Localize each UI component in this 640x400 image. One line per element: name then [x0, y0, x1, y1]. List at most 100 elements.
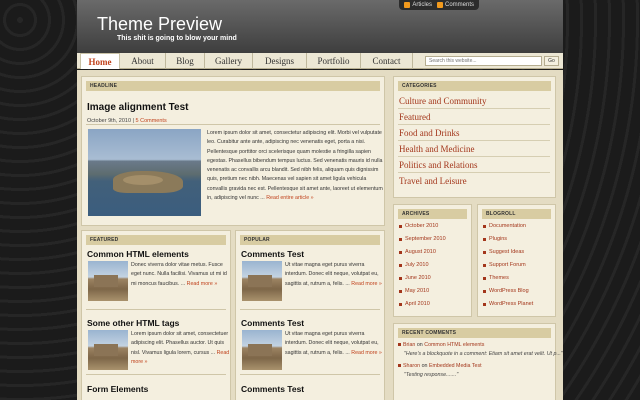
page-wrapper: Theme Preview This shit is going to blow… [77, 0, 563, 400]
articles-feed-link[interactable]: Articles [404, 2, 432, 8]
bullet-icon [483, 289, 486, 293]
blogroll-link[interactable]: WordPress Blog [483, 288, 529, 294]
category-link[interactable]: Health and Medicine [399, 144, 474, 154]
comment-post-link[interactable]: Embedded Media Test [429, 363, 482, 369]
blogroll-link[interactable]: Themes [483, 275, 509, 281]
blogroll-link-label: Plugins [489, 236, 508, 242]
blogroll-link-label: Support Forum [489, 262, 526, 268]
archive-link[interactable]: September 2010 [399, 236, 446, 242]
bullet-icon [398, 364, 401, 367]
read-more-link[interactable]: Read more » [351, 350, 382, 356]
building-shape [248, 275, 272, 287]
archive-link[interactable]: August 2010 [399, 249, 436, 255]
categories-panel: CATEGORIES Culture and Community Feature… [393, 76, 556, 198]
blogroll-link[interactable]: Documentation [483, 223, 526, 229]
bullet-icon [399, 302, 402, 306]
feed-links: Articles Comments [399, 0, 479, 10]
blogroll-link-label: Themes [489, 275, 509, 281]
featured-excerpt: Donec viverra dolor vitae metus. Fusce e… [131, 261, 231, 289]
divider [86, 309, 226, 310]
search-input[interactable] [425, 56, 542, 66]
popular-thumbnail[interactable] [242, 261, 282, 301]
divider [86, 374, 226, 375]
nav-designs[interactable]: Designs [253, 53, 307, 69]
nav-portfolio[interactable]: Portfolio [307, 53, 361, 69]
divider [398, 124, 550, 125]
featured-post-title[interactable]: Common HTML elements [87, 249, 189, 259]
popular-post-title[interactable]: Comments Test [241, 384, 304, 394]
archive-link[interactable]: July 2010 [399, 262, 429, 268]
archive-link[interactable]: May 2010 [399, 288, 429, 294]
divider [240, 309, 380, 310]
featured-post-title[interactable]: Form Elements [87, 384, 148, 394]
category-link[interactable]: Featured [399, 112, 431, 122]
archives-panel: ARCHIVES October 2010 September 2010 Aug… [393, 204, 472, 317]
featured-thumbnail[interactable] [88, 330, 128, 370]
popular-thumbnail[interactable] [242, 330, 282, 370]
blogroll-link[interactable]: Suggest Ideas [483, 249, 524, 255]
divider [398, 156, 550, 157]
blogroll-link[interactable]: Plugins [483, 236, 507, 242]
blogroll-link-label: Documentation [489, 223, 526, 229]
featured-thumbnail[interactable] [88, 261, 128, 301]
bullet-icon [399, 250, 402, 254]
comment-quote: "Here's a blockquote in a comment: Etiam… [404, 351, 563, 357]
nav-home[interactable]: Home [80, 53, 120, 69]
comment-post-link[interactable]: Common HTML elements [424, 342, 484, 348]
popular-post-title[interactable]: Comments Test [241, 249, 304, 259]
headline-image[interactable] [88, 129, 201, 216]
comment-on-text: on [416, 342, 423, 348]
featured-excerpt: Lorem ipsum dolor sit amet, consectetuer… [131, 330, 231, 367]
comment-author-link[interactable]: Brian [403, 342, 415, 348]
popular-post-title[interactable]: Comments Test [241, 318, 304, 328]
popular-panel: POPULAR Comments Test Ut vitae magna ege… [235, 230, 385, 400]
bullet-icon [399, 263, 402, 267]
comment-author-link[interactable]: Sharon [403, 363, 420, 369]
category-link[interactable]: Food and Drinks [399, 128, 460, 138]
comment-quote: "Testing response......." [404, 372, 459, 378]
nav-blog[interactable]: Blog [166, 53, 205, 69]
comments-feed-label: Comments [444, 2, 474, 8]
bullet-icon [399, 237, 402, 241]
site-title[interactable]: Theme Preview [97, 14, 222, 35]
bullet-icon [483, 276, 486, 280]
read-more-link[interactable]: Read more » [351, 281, 382, 287]
featured-post-title[interactable]: Some other HTML tags [87, 318, 179, 328]
archive-link[interactable]: June 2010 [399, 275, 431, 281]
archive-link[interactable]: October 2010 [399, 223, 438, 229]
read-more-link[interactable]: Read more » [187, 281, 218, 287]
comment-entry: Brian on Common HTML elements [398, 342, 484, 348]
nav-contact[interactable]: Contact [361, 53, 413, 69]
comments-feed-link[interactable]: Comments [436, 2, 474, 8]
bullet-icon [399, 224, 402, 228]
archive-link-label: May 2010 [405, 288, 430, 294]
category-link[interactable]: Culture and Community [399, 96, 487, 106]
bullet-icon [483, 250, 486, 254]
featured-panel: FEATURED Common HTML elements Donec vive… [81, 230, 231, 400]
site-header: Theme Preview This shit is going to blow… [77, 0, 563, 53]
bullet-icon [483, 302, 486, 306]
categories-heading: CATEGORIES [398, 81, 551, 91]
divider [398, 140, 550, 141]
archive-link-label: September 2010 [405, 236, 446, 242]
search-button[interactable]: Go [544, 56, 559, 66]
nav-gallery[interactable]: Gallery [205, 53, 253, 69]
bullet-icon [483, 224, 486, 228]
archive-link[interactable]: April 2010 [399, 301, 430, 307]
building-shape [248, 344, 272, 356]
blogroll-link[interactable]: Support Forum [483, 262, 526, 268]
nav-about[interactable]: About [120, 53, 166, 69]
blogroll-link[interactable]: WordPress Planet [483, 301, 533, 307]
headline-post-title[interactable]: Image alignment Test [87, 102, 189, 113]
category-link[interactable]: Politics and Relations [399, 160, 478, 170]
rss-icon [436, 2, 443, 8]
archive-link-label: June 2010 [405, 275, 431, 281]
read-entire-article-link[interactable]: Read entire article » [266, 195, 313, 201]
content-area: HEADLINE Image alignment Test October 9t… [77, 70, 563, 400]
comment-entry: Sharon on Embedded Media Test [398, 363, 482, 369]
archives-heading: ARCHIVES [398, 209, 467, 219]
divider [86, 124, 380, 125]
category-link[interactable]: Travel and Leisure [399, 176, 467, 186]
articles-feed-label: Articles [412, 2, 432, 8]
archive-link-label: July 2010 [405, 262, 429, 268]
